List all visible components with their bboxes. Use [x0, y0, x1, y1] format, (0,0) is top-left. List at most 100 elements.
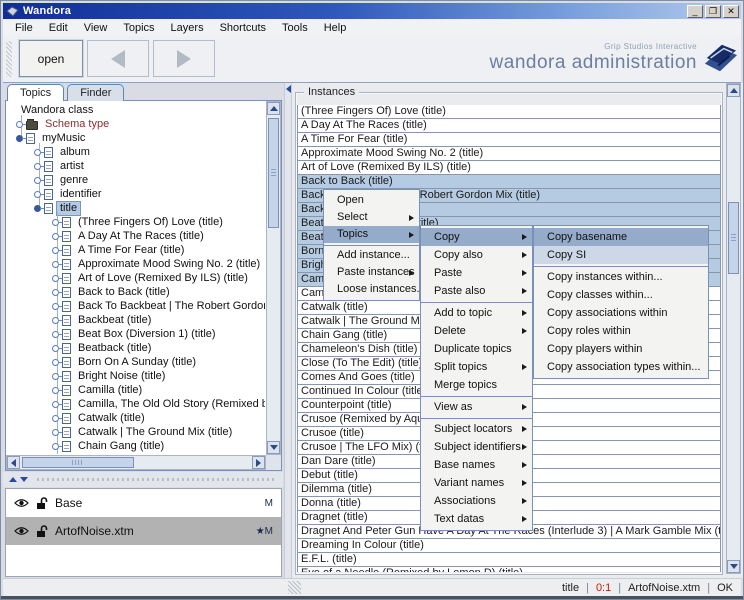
- tree-item[interactable]: Chain Gang (title): [8, 439, 265, 453]
- scroll-right-icon[interactable]: [252, 456, 265, 469]
- menu-item[interactable]: Topics: [324, 226, 419, 243]
- minimize-button[interactable]: _: [687, 5, 703, 18]
- tree-expand-handle[interactable]: [52, 401, 59, 408]
- tree-expand-handle[interactable]: [52, 275, 59, 282]
- menu-item[interactable]: Copy: [421, 228, 532, 246]
- tree-hscrollbar-thumb[interactable]: [22, 457, 134, 468]
- tree-expand-handle[interactable]: [52, 289, 59, 296]
- tree-item[interactable]: A Time For Fear (title): [8, 243, 265, 257]
- unlock-icon[interactable]: [36, 497, 48, 510]
- maximize-button[interactable]: ❐: [705, 5, 721, 18]
- title-bar[interactable]: Wandora _ ❐ ✕: [3, 3, 741, 19]
- tree-expand-handle[interactable]: [52, 345, 59, 352]
- tree-expand-handle[interactable]: [52, 219, 59, 226]
- tree-expand-handle[interactable]: [52, 429, 59, 436]
- tree-expand-handle[interactable]: [16, 135, 23, 142]
- menu-item[interactable]: Copy also: [421, 246, 532, 264]
- instance-row[interactable]: Dreaming In Colour (title): [297, 538, 721, 553]
- tree-expand-handle[interactable]: [52, 317, 59, 324]
- tree-expand-handle[interactable]: [52, 247, 59, 254]
- menu-item[interactable]: Paste also: [421, 282, 532, 300]
- tree-expand-handle[interactable]: [52, 415, 59, 422]
- tab[interactable]: Topics: [7, 84, 64, 101]
- menu-item[interactable]: Open: [324, 192, 419, 209]
- tree-item[interactable]: Back to Back (title): [8, 285, 265, 299]
- menu-item[interactable]: View as: [421, 398, 532, 416]
- menu-item[interactable]: Copy classes within...: [534, 286, 708, 304]
- menu-item[interactable]: Variant names: [421, 474, 532, 492]
- menu-item[interactable]: Text datas: [421, 510, 532, 528]
- tree-item[interactable]: album: [8, 145, 265, 159]
- menu-item[interactable]: Subject identifiers: [421, 438, 532, 456]
- tree-item[interactable]: Camilla (title): [8, 383, 265, 397]
- menu-item[interactable]: Copy association types within...: [534, 358, 708, 376]
- menu-item[interactable]: Copy instances within...: [534, 268, 708, 286]
- eye-icon[interactable]: [14, 526, 29, 536]
- collapse-up-icon[interactable]: [9, 477, 17, 482]
- status-grip[interactable]: [288, 581, 301, 594]
- menubar-item[interactable]: Edit: [41, 20, 76, 36]
- instances-scrollbar[interactable]: [726, 83, 741, 574]
- menubar-item[interactable]: Shortcuts: [212, 20, 274, 36]
- tree-item[interactable]: identifier: [8, 187, 265, 201]
- scroll-up-icon[interactable]: [267, 102, 280, 115]
- layer-row[interactable]: ArtofNoise.xtm ★M: [6, 517, 281, 545]
- instance-row[interactable]: (Three Fingers Of) Love (title): [297, 105, 721, 119]
- tree-item[interactable]: A Day At The Races (title): [8, 229, 265, 243]
- menu-item[interactable]: Delete: [421, 322, 532, 340]
- tree-item[interactable]: artist: [8, 159, 265, 173]
- tree-expand-handle[interactable]: [16, 121, 23, 128]
- tree-item[interactable]: myMusic: [8, 131, 265, 145]
- tree-item[interactable]: Back To Backbeat | The Robert Gordon: [8, 299, 265, 313]
- unlock-icon[interactable]: [36, 525, 48, 538]
- collapse-down-icon[interactable]: [20, 477, 28, 482]
- menu-item[interactable]: Paste: [421, 264, 532, 282]
- instance-row[interactable]: Art of Love (Remixed By ILS) (title): [297, 160, 721, 175]
- menu-item[interactable]: Paste instances: [324, 264, 419, 281]
- instance-row[interactable]: A Day At The Races (title): [297, 118, 721, 133]
- tree-item[interactable]: genre: [8, 173, 265, 187]
- menu-item[interactable]: Subject locators: [421, 420, 532, 438]
- tree-expand-handle[interactable]: [52, 331, 59, 338]
- tree-item[interactable]: Art of Love (Remixed By ILS) (title): [8, 271, 265, 285]
- tree-expand-handle[interactable]: [34, 163, 41, 170]
- tree-item[interactable]: Beatback (title): [8, 341, 265, 355]
- tree-item[interactable]: Chameleon's Dish (title): [8, 453, 265, 454]
- instance-row[interactable]: Back to Back (title): [297, 174, 721, 189]
- instances-scrollbar-thumb[interactable]: [728, 202, 739, 274]
- scroll-left-icon[interactable]: [7, 456, 20, 469]
- scroll-up-icon[interactable]: [727, 84, 740, 97]
- tree-item[interactable]: (Three Fingers Of) Love (title): [8, 215, 265, 229]
- tree-expand-handle[interactable]: [52, 261, 59, 268]
- menu-item[interactable]: Duplicate topics: [421, 340, 532, 358]
- tree-item[interactable]: Camilla, The Old Old Story (Remixed b: [8, 397, 265, 411]
- tree-expand-handle[interactable]: [52, 359, 59, 366]
- tree-item[interactable]: Approximate Mood Swing No. 2 (title): [8, 257, 265, 271]
- pane-splitter[interactable]: [284, 83, 292, 578]
- menu-item[interactable]: Add to topic: [421, 304, 532, 322]
- open-button[interactable]: open: [19, 40, 83, 77]
- menu-item[interactable]: Copy associations within: [534, 304, 708, 322]
- menu-item[interactable]: Add instance...: [324, 247, 419, 264]
- menubar-item[interactable]: Tools: [274, 20, 316, 36]
- splitter-grip[interactable]: [37, 478, 277, 481]
- collapse-left-icon[interactable]: [286, 85, 291, 93]
- tree-expand-handle[interactable]: [52, 373, 59, 380]
- layer-row[interactable]: Base M: [6, 489, 281, 517]
- back-button[interactable]: [87, 40, 149, 77]
- tree-item[interactable]: Born On A Sunday (title): [8, 355, 265, 369]
- tree-expand-handle[interactable]: [52, 303, 59, 310]
- tree-item[interactable]: Bright Noise (title): [8, 369, 265, 383]
- tree-horizontal-scrollbar[interactable]: [6, 455, 266, 470]
- menu-item[interactable]: Split topics: [421, 358, 532, 376]
- menu-item[interactable]: Merge topics: [421, 376, 532, 394]
- tree-item[interactable]: title: [8, 201, 265, 215]
- menu-item[interactable]: Base names: [421, 456, 532, 474]
- forward-button[interactable]: [153, 40, 215, 77]
- menu-item[interactable]: Copy SI: [534, 246, 708, 264]
- tree-expand-handle[interactable]: [52, 387, 59, 394]
- scroll-down-icon[interactable]: [727, 560, 740, 573]
- instance-row[interactable]: A Time For Fear (title): [297, 132, 721, 147]
- menubar-item[interactable]: Topics: [115, 20, 162, 36]
- tab[interactable]: Finder: [67, 84, 124, 101]
